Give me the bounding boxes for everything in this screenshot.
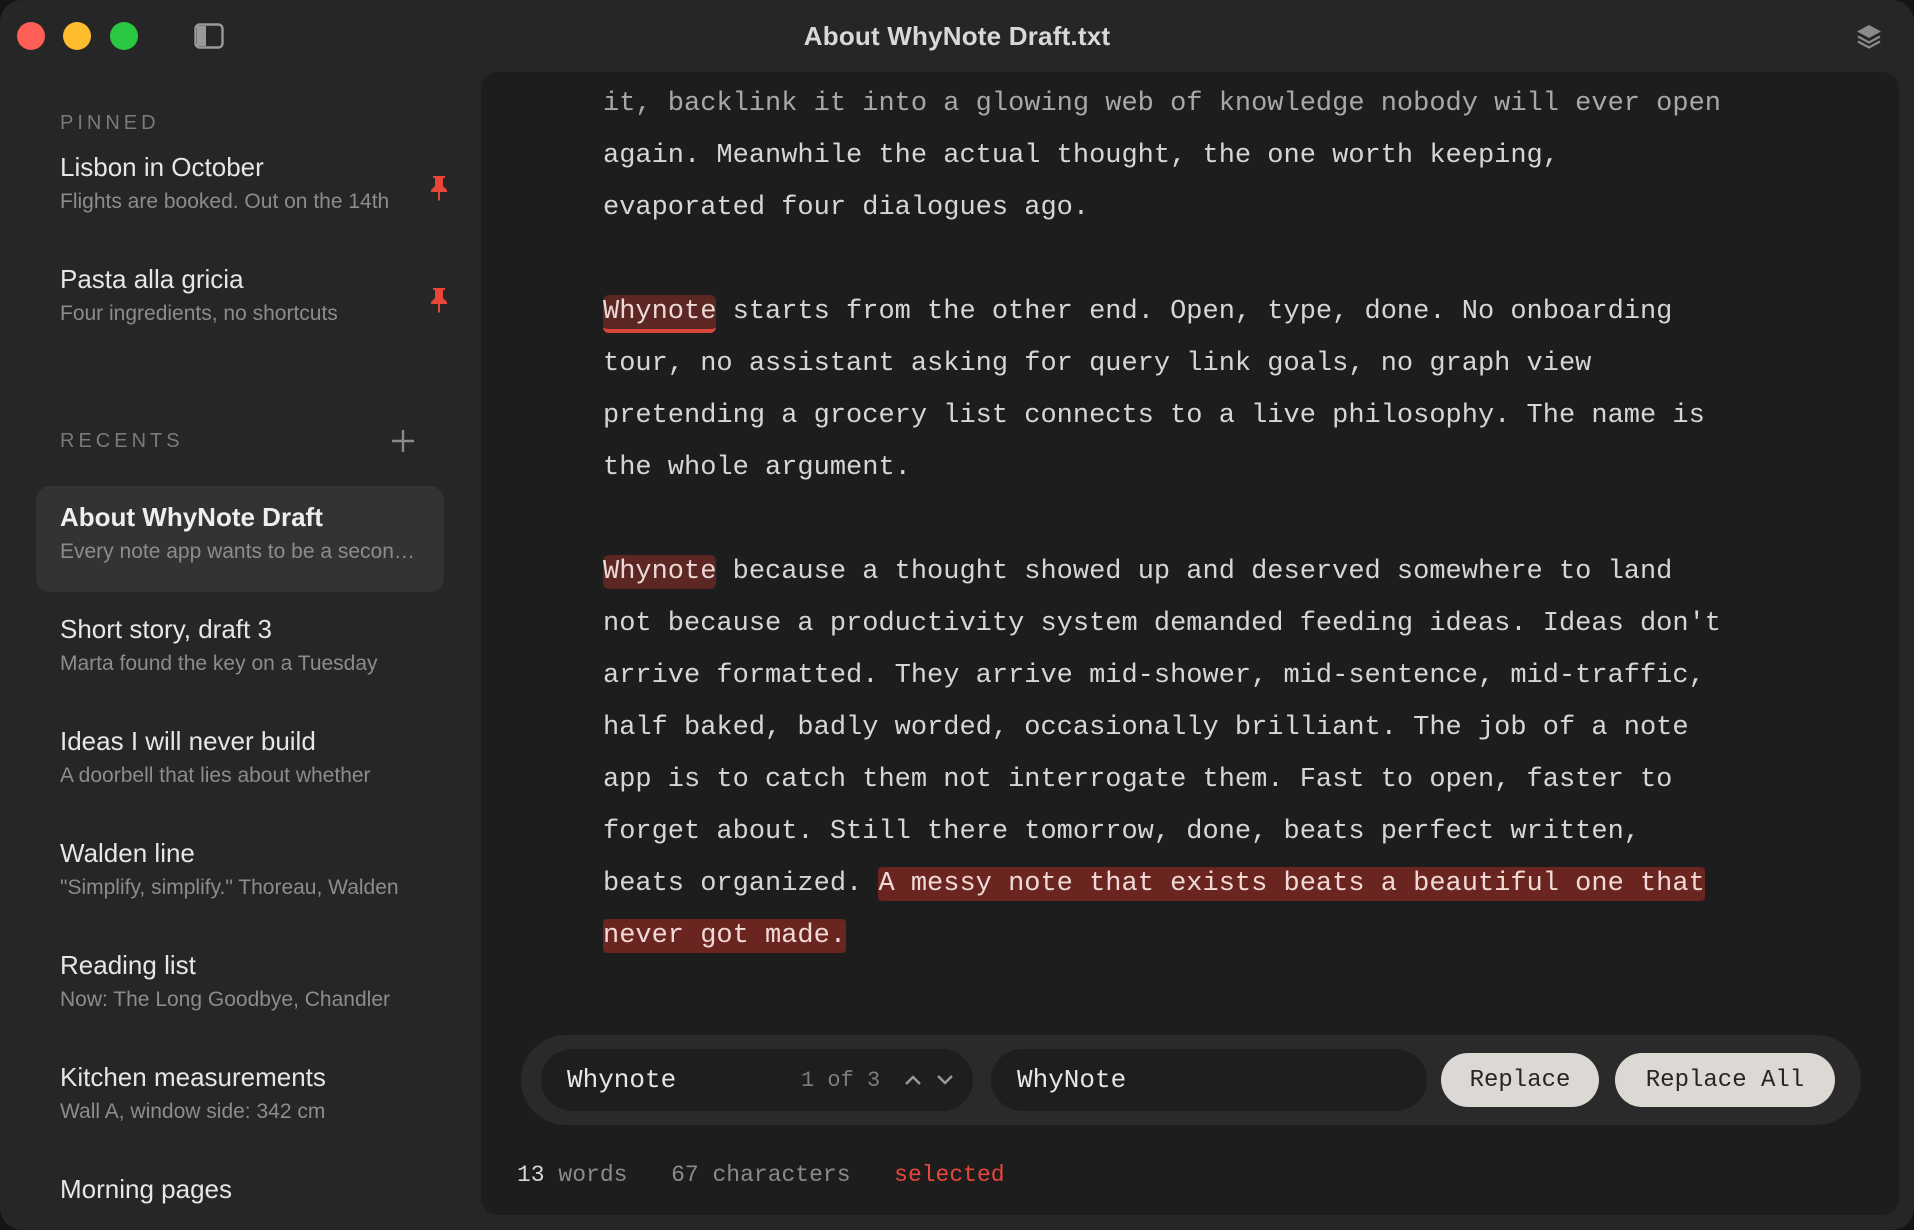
note-preview: Marta found the key on a Tuesday — [60, 652, 378, 675]
note-title: Short story, draft 3 — [60, 614, 272, 644]
add-note-icon[interactable] — [390, 428, 416, 454]
find-field[interactable]: Whynote 1 of 3 — [541, 1049, 973, 1111]
pinned-section-label: PINNED — [60, 112, 160, 134]
text-line: never got made. — [603, 910, 1803, 962]
replace-all-button[interactable]: Replace All — [1615, 1053, 1835, 1107]
text-line: forget about. Still there tomorrow, done… — [603, 817, 1640, 847]
note-title: Morning pages — [60, 1174, 232, 1204]
text-line: tour, no assistant asking for query link… — [603, 349, 1592, 379]
layers-icon[interactable] — [1854, 22, 1884, 52]
text-span: beats organized. — [603, 869, 879, 899]
chevron-down-icon[interactable] — [935, 1073, 955, 1087]
note-preview: Four ingredients, no shortcuts — [60, 302, 338, 325]
recent-note-reading-list[interactable]: Reading list Now: The Long Goodbye, Chan… — [36, 934, 444, 1040]
text-line: the whole argument. — [603, 453, 911, 483]
title-bar: About WhyNote Draft.txt — [0, 0, 1914, 72]
character-label: characters — [712, 1162, 851, 1188]
note-title: Lisbon in October — [60, 152, 264, 182]
find-input[interactable]: Whynote — [567, 1065, 676, 1095]
word-count: 13 — [517, 1162, 545, 1188]
replace-input[interactable]: WhyNote — [1017, 1065, 1126, 1095]
recent-note-about-whynote[interactable]: About WhyNote Draft Every note app wants… — [36, 486, 444, 592]
sidebar: PINNED Lisbon in October Flights are boo… — [0, 72, 470, 1230]
text-line: Whynote starts from the other end. Open,… — [603, 286, 1803, 338]
chevron-up-icon[interactable] — [903, 1073, 923, 1087]
text-line: beats organized. A messy note that exist… — [603, 858, 1803, 910]
note-preview: Now: The Long Goodbye, Chandler — [60, 988, 390, 1011]
current-match-highlight: Whynote — [603, 295, 717, 333]
text-line: evaporated four dialogues ago. — [603, 193, 1090, 223]
selected-label: selected — [894, 1162, 1005, 1188]
pin-icon[interactable] — [428, 174, 450, 202]
text-span: starts from the other end. Open, type, d… — [716, 297, 1673, 327]
word-label: words — [558, 1162, 628, 1188]
match-count: 1 of 3 — [801, 1068, 881, 1093]
character-count: 67 — [671, 1162, 699, 1188]
note-body[interactable]: it, backlink it into a glowing web of kn… — [603, 78, 1803, 962]
recent-note-ideas[interactable]: Ideas I will never build A doorbell that… — [36, 710, 444, 816]
pin-icon[interactable] — [428, 286, 450, 314]
recent-note-short-story[interactable]: Short story, draft 3 Marta found the key… — [36, 598, 444, 704]
note-title: Pasta alla gricia — [60, 264, 244, 294]
note-preview: A doorbell that lies about whether — [60, 764, 371, 787]
note-title: Ideas I will never build — [60, 726, 316, 756]
note-title: About WhyNote Draft — [60, 502, 323, 532]
pinned-note-lisbon[interactable]: Lisbon in October Flights are booked. Ou… — [36, 136, 447, 242]
text-line: half baked, badly worded, occasionally b… — [603, 713, 1689, 743]
note-preview: "Simplify, simplify." Thoreau, Walden — [60, 876, 399, 899]
note-title: Kitchen measurements — [60, 1062, 326, 1092]
replace-button[interactable]: Replace — [1441, 1053, 1599, 1107]
note-preview: Flights are booked. Out on the 14th — [60, 190, 390, 213]
window-title: About WhyNote Draft.txt — [803, 21, 1111, 51]
text-line: again. Meanwhile the actual thought, the… — [603, 141, 1559, 171]
text-line: Whynote because a thought showed up and … — [603, 546, 1803, 598]
text-span: because a thought showed up and deserved… — [716, 557, 1673, 587]
note-preview: Wall A, window side: 342 cm — [60, 1100, 326, 1123]
note-preview: Every note app wants to be a second brai… — [60, 540, 420, 563]
replace-field[interactable]: WhyNote — [991, 1049, 1427, 1111]
text-selection: A messy note that exists beats a beautif… — [878, 867, 1705, 901]
text-line: not because a productivity system demand… — [603, 609, 1721, 639]
recent-note-morning-pages[interactable]: Morning pages — [36, 1158, 444, 1230]
recent-note-kitchen[interactable]: Kitchen measurements Wall A, window side… — [36, 1046, 444, 1152]
text-line: it, backlink it into a glowing web of kn… — [603, 89, 1721, 119]
match-highlight: Whynote — [603, 555, 717, 589]
note-title: Walden line — [60, 838, 195, 868]
note-title: Reading list — [60, 950, 196, 980]
app-window: About WhyNote Draft.txt PINNED Lisbon in… — [0, 0, 1914, 1230]
find-replace-bar: Whynote 1 of 3 WhyNote Replace Replace A… — [521, 1035, 1861, 1125]
status-bar: 13 words 67 characters selected — [517, 1162, 1005, 1188]
recents-section-label: RECENTS — [60, 430, 184, 452]
recent-note-walden[interactable]: Walden line "Simplify, simplify." Thorea… — [36, 822, 444, 928]
editor-pane[interactable]: it, backlink it into a glowing web of kn… — [481, 72, 1899, 1215]
pinned-note-pasta[interactable]: Pasta alla gricia Four ingredients, no s… — [36, 248, 447, 354]
text-line: app is to catch them not interrogate the… — [603, 765, 1673, 795]
text-line: pretending a grocery list connects to a … — [603, 401, 1705, 431]
text-line: arrive formatted. They arrive mid-shower… — [603, 661, 1705, 691]
text-selection: never got made. — [603, 919, 847, 953]
